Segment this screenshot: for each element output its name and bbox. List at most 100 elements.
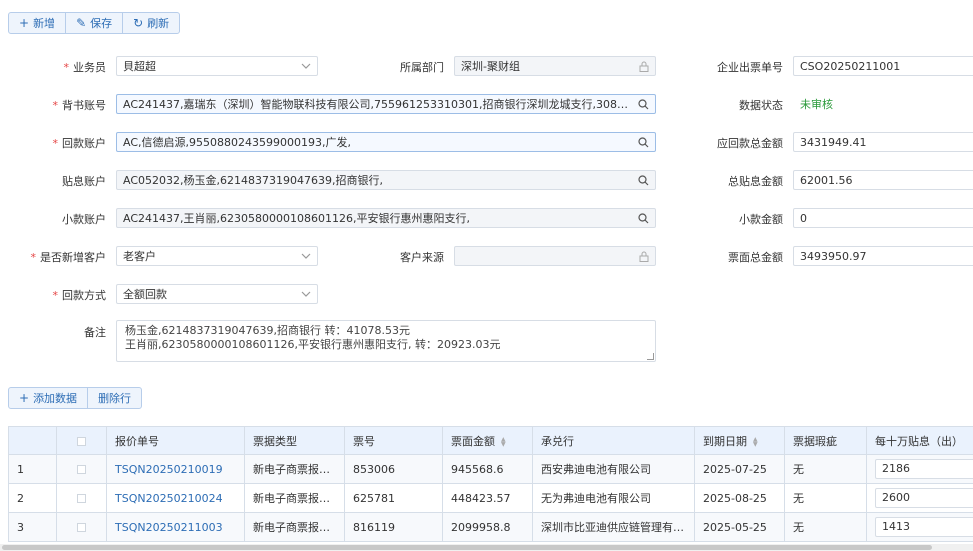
header-acceptor[interactable]: 承兑行: [532, 426, 695, 455]
quote-table: 报价单号 票据类型 票号 票面金额 ▲ ▼ 承兑行 到期日期 ▲ ▼ 票据瑕疵 每十万贴…: [8, 426, 973, 542]
quote-no-link[interactable]: TSQN20250211003: [106, 512, 245, 542]
add-button[interactable]: + 新增: [9, 13, 65, 33]
chevron-down-icon: [301, 253, 311, 259]
quote-no-link[interactable]: TSQN20250210024: [106, 483, 245, 513]
discount-total-label: 总贴息金额: [728, 175, 783, 188]
endorse-account-field[interactable]: AC241437,嘉瑞东（深圳）智能物联科技有限公司,7559612533103…: [116, 94, 656, 114]
ticket-no-cell: 625781: [344, 483, 443, 513]
customer-source-label: 客户来源: [400, 251, 444, 264]
department-field: 深圳-聚财组: [454, 56, 656, 76]
row-checkbox[interactable]: [77, 465, 86, 474]
table-row[interactable]: 2 TSQN20250210024 新电子商票报价单 625781 448423…: [8, 483, 973, 513]
row-select[interactable]: [56, 512, 107, 542]
table-row[interactable]: 1 TSQN20250210019 新电子商票报价单 853006 945568…: [8, 454, 973, 484]
face-total-field[interactable]: 3493950.97: [793, 246, 973, 266]
scrollbar-thumb[interactable]: [2, 545, 932, 550]
resize-handle[interactable]: [647, 353, 654, 360]
return-account-field[interactable]: AC,信德启源,9550880243599000193,广发,: [116, 132, 656, 152]
salesman-select[interactable]: 貝超超: [116, 56, 318, 76]
delete-row-button[interactable]: 删除行: [87, 388, 141, 408]
face-amount-cell: 945568.6: [442, 454, 533, 484]
add-data-button[interactable]: + 添加数据: [9, 388, 87, 408]
new-customer-select[interactable]: 老客户: [116, 246, 318, 266]
header-quote-no[interactable]: 报价单号: [106, 426, 245, 455]
header-face-amount[interactable]: 票面金额 ▲ ▼: [442, 426, 533, 455]
data-status-field: 未审核: [793, 94, 973, 114]
main-toolbar: + 新增 ✎ 保存 ↻ 刷新: [8, 12, 181, 34]
search-icon[interactable]: [638, 212, 649, 224]
due-date-cell: 2025-05-25: [694, 512, 785, 542]
lock-icon: [639, 251, 649, 262]
lock-icon: [639, 61, 649, 72]
small-amount-field[interactable]: 0: [793, 208, 973, 228]
order-no-field[interactable]: CSO20250211001: [793, 56, 973, 76]
customer-source-field: [454, 246, 656, 266]
discount-account-field[interactable]: AC052032,杨玉金,6214837319047639,招商银行,: [116, 170, 656, 190]
face-total-label: 票面总金额: [728, 251, 783, 264]
plus-icon: +: [19, 391, 30, 405]
rate-input[interactable]: 2600: [875, 488, 973, 508]
defect-cell: 无: [784, 512, 867, 542]
search-icon[interactable]: [638, 174, 649, 186]
receivable-total-label: 应回款总金额: [717, 137, 783, 150]
horizontal-scrollbar[interactable]: [0, 544, 973, 551]
order-no-label: 企业出票单号: [717, 61, 783, 74]
remark-line: 王肖丽,6230580000108601126,平安银行惠州惠阳支行, 转：20…: [125, 338, 501, 351]
plus-icon: +: [19, 16, 30, 30]
rate-cell: 2600: [866, 483, 973, 513]
search-icon[interactable]: [638, 136, 649, 148]
save-button[interactable]: ✎ 保存: [65, 13, 122, 33]
remark-textarea[interactable]: 杨玉金,6214837319047639,招商银行 转：41078.53元 王肖…: [116, 320, 656, 362]
rate-input[interactable]: 1413: [875, 517, 973, 537]
ticket-type-cell: 新电子商票报价单: [244, 512, 345, 542]
return-method-select[interactable]: 全额回款: [116, 284, 318, 304]
defect-cell: 无: [784, 454, 867, 484]
header-index: [8, 426, 57, 455]
rate-cell: 1413: [866, 512, 973, 542]
chevron-down-icon: [301, 291, 311, 297]
face-amount-cell: 448423.57: [442, 483, 533, 513]
data-status-label: 数据状态: [739, 99, 783, 112]
discount-account-label: 贴息账户: [62, 175, 106, 188]
table-row[interactable]: 3 TSQN20250211003 新电子商票报价单 816119 209995…: [8, 512, 973, 542]
new-customer-label: * 是否新增客户: [30, 251, 107, 264]
table-header-row: 报价单号 票据类型 票号 票面金额 ▲ ▼ 承兑行 到期日期 ▲ ▼ 票据瑕疵 每十万贴…: [8, 426, 973, 455]
acceptor-cell: 深圳市比亚迪供应链管理有限公司: [532, 512, 695, 542]
row-index: 3: [8, 512, 57, 542]
select-all-checkbox[interactable]: [77, 436, 86, 446]
salesman-label: * 业务员: [63, 61, 107, 74]
remark-label: 备注: [84, 326, 106, 339]
header-due-date[interactable]: 到期日期 ▲ ▼: [694, 426, 785, 455]
row-select[interactable]: [56, 483, 107, 513]
ticket-no-cell: 853006: [344, 454, 443, 484]
refresh-icon: ↻: [133, 16, 144, 30]
receivable-total-field[interactable]: 3431949.41: [793, 132, 973, 152]
header-defect[interactable]: 票据瑕疵: [784, 426, 867, 455]
header-ticket-type[interactable]: 票据类型: [244, 426, 345, 455]
header-ticket-no[interactable]: 票号: [344, 426, 443, 455]
small-account-label: 小款账户: [62, 213, 106, 226]
row-checkbox[interactable]: [77, 523, 86, 532]
edit-icon: ✎: [76, 16, 87, 30]
face-amount-cell: 2099958.8: [442, 512, 533, 542]
small-account-field[interactable]: AC241437,王肖丽,6230580000108601126,平安银行惠州惠…: [116, 208, 656, 228]
endorse-account-label: * 背书账号: [52, 99, 107, 112]
search-icon[interactable]: [638, 98, 649, 110]
refresh-button[interactable]: ↻ 刷新: [122, 13, 179, 33]
row-select[interactable]: [56, 454, 107, 484]
remark-line: 杨玉金,6214837319047639,招商银行 转：41078.53元: [125, 324, 410, 337]
return-account-label: * 回款账户: [52, 137, 107, 150]
rate-input[interactable]: 2186: [875, 459, 973, 479]
ticket-type-cell: 新电子商票报价单: [244, 483, 345, 513]
header-select-all[interactable]: [56, 426, 107, 455]
ticket-type-cell: 新电子商票报价单: [244, 454, 345, 484]
rate-cell: 2186: [866, 454, 973, 484]
row-index: 2: [8, 483, 57, 513]
row-checkbox[interactable]: [77, 494, 86, 503]
quote-no-link[interactable]: TSQN20250210019: [106, 454, 245, 484]
discount-total-field[interactable]: 62001.56: [793, 170, 973, 190]
sort-icon[interactable]: ▲ ▼: [753, 436, 758, 447]
row-index: 1: [8, 454, 57, 484]
sort-icon[interactable]: ▲ ▼: [501, 436, 506, 447]
header-rate[interactable]: 每十万贴息（出）: [866, 426, 973, 455]
